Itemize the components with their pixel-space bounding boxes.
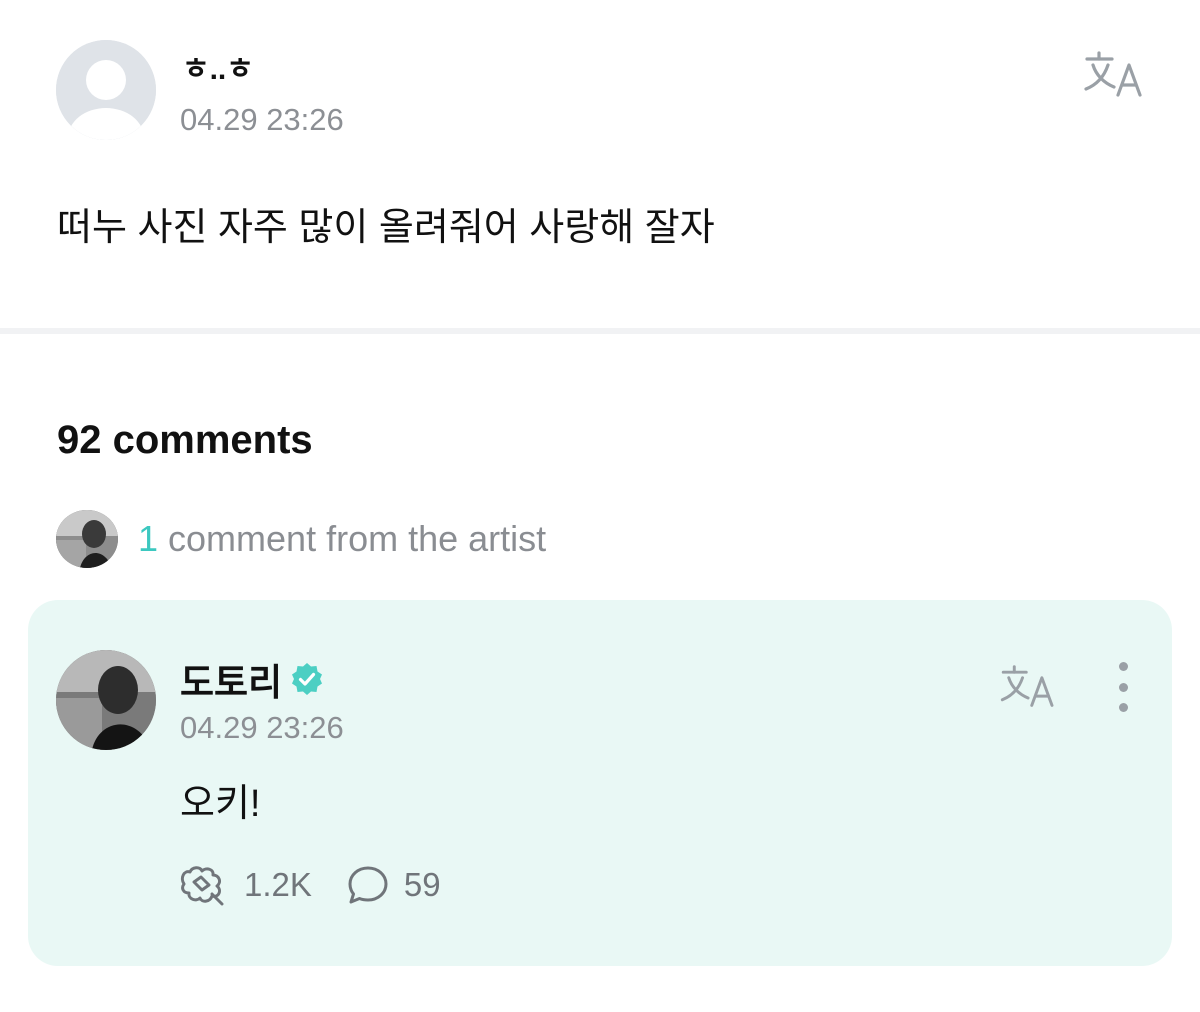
comment-actions: 1.2K 59 — [178, 864, 441, 906]
artist-comment-body: 오키! — [180, 783, 261, 825]
artist-avatar[interactable] — [56, 650, 156, 750]
artist-name[interactable]: 도토리 — [180, 652, 282, 706]
post-timestamp: 04.29 23:26 — [180, 102, 344, 137]
translate-icon — [1000, 665, 1054, 707]
translate-button[interactable] — [1080, 46, 1150, 102]
more-vertical-icon[interactable] — [1108, 662, 1138, 712]
post: ㅎ..ㅎ 04.29 23:26 떠누 사진 자주 많이 올려줘어 사랑해 잘자 — [0, 0, 1200, 330]
reply-count: 59 — [403, 866, 441, 903]
reply-button[interactable]: 59 — [346, 864, 441, 906]
section-divider — [0, 328, 1200, 334]
more-dot — [1118, 703, 1128, 712]
speech-bubble-icon — [348, 866, 388, 904]
translate-button[interactable] — [994, 660, 1064, 712]
default-avatar-icon — [56, 40, 156, 140]
artist-comment-summary-text: 1 comment from the artist — [138, 518, 546, 560]
like-count: 1.2K — [244, 866, 312, 903]
artist-photo-icon — [56, 510, 118, 568]
artist-comment-label: comment from the artist — [158, 518, 547, 559]
like-button[interactable]: 1.2K — [178, 864, 312, 906]
post-author-name[interactable]: ㅎ..ㅎ — [182, 44, 254, 88]
translate-icon — [1084, 51, 1142, 97]
artist-comment-count: 1 — [138, 518, 159, 559]
post-body: 떠누 사진 자주 많이 올려줘어 사랑해 잘자 — [57, 207, 715, 249]
default-avatar[interactable] — [56, 40, 156, 140]
artist-photo-icon — [56, 650, 156, 750]
artist-comment-summary[interactable]: 1 comment from the artist — [56, 510, 546, 568]
like-icon — [180, 866, 224, 906]
more-dot — [1118, 682, 1128, 692]
artist-comment-card: 도토리 04.29 23:26 오키! 1.2K 59 — [28, 600, 1172, 966]
artist-comment-timestamp: 04.29 23:26 — [180, 710, 344, 745]
artist-mini-avatar — [56, 510, 118, 568]
artist-name-row: 도토리 — [180, 652, 324, 706]
more-dot — [1118, 662, 1128, 671]
comments-count-heading: 92 comments — [57, 418, 313, 462]
verified-badge-icon — [292, 663, 323, 695]
